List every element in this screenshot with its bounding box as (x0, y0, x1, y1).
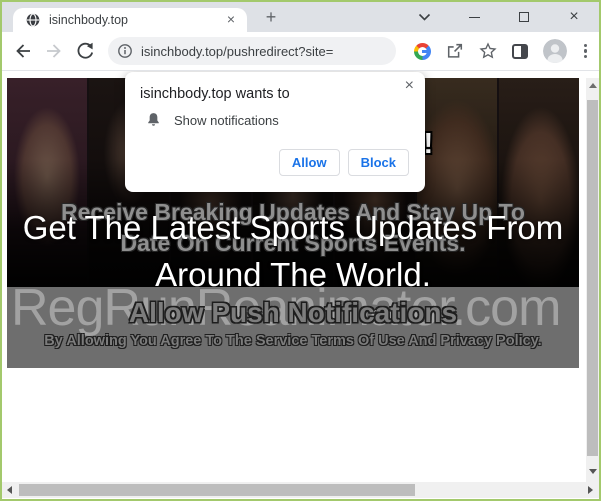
horizontal-scrollbar[interactable] (2, 482, 599, 498)
vertical-scrollbar-thumb[interactable] (587, 100, 598, 456)
window-close-button[interactable]: × (563, 6, 585, 28)
back-icon[interactable] (13, 41, 33, 61)
minimize-button[interactable] (463, 6, 485, 28)
profile-avatar[interactable] (543, 39, 567, 63)
tab-strip: isinchbody.top × + × (2, 2, 599, 32)
window-controls: × (403, 2, 595, 32)
scroll-right-icon[interactable] (588, 486, 593, 494)
bookmark-star-icon[interactable] (479, 42, 497, 60)
browser-window: isinchbody.top × + × (0, 0, 601, 501)
browser-menu-icon[interactable] (582, 42, 589, 61)
horizontal-scrollbar-thumb[interactable] (19, 484, 415, 496)
side-panel-icon[interactable] (512, 44, 528, 59)
browser-toolbar: isinchbody.top/pushredirect?site= (2, 32, 599, 71)
browser-tab[interactable]: isinchbody.top × (13, 8, 247, 32)
terms-text: By Allowing You Agree To The Service Ter… (7, 333, 579, 349)
url-text[interactable]: isinchbody.top/pushredirect?site= (141, 44, 333, 59)
scroll-down-icon[interactable] (589, 469, 597, 474)
google-search-icon[interactable] (414, 43, 431, 60)
tab-close-icon[interactable]: × (223, 12, 239, 28)
page-content: Get Sports Updates! Receive Breaking Upd… (2, 71, 599, 499)
tab-title: isinchbody.top (49, 13, 223, 27)
notification-permission-dialog: × isinchbody.top wants to Show notificat… (125, 72, 425, 192)
page-info-icon[interactable] (117, 43, 133, 59)
dialog-title: isinchbody.top wants to (140, 86, 290, 102)
gray-band: RegRunReanimator.com Allow Push Notifica… (7, 287, 579, 368)
forward-icon[interactable] (44, 41, 64, 61)
reload-icon[interactable] (75, 41, 95, 61)
bell-icon (146, 112, 161, 128)
dialog-close-icon[interactable]: × (405, 78, 414, 94)
permission-text: Show notifications (174, 113, 279, 128)
globe-favicon-icon (26, 13, 40, 27)
toolbar-right-icons (414, 32, 589, 70)
vertical-scrollbar[interactable] (586, 78, 599, 482)
allow-push-text: Allow Push Notifications (7, 297, 579, 329)
address-bar[interactable]: isinchbody.top/pushredirect?site= (108, 37, 396, 65)
window-chevron-icon[interactable] (413, 6, 435, 28)
maximize-button[interactable] (513, 6, 535, 28)
block-button[interactable]: Block (348, 149, 409, 176)
scroll-left-icon[interactable] (7, 486, 12, 494)
allow-button[interactable]: Allow (279, 149, 340, 176)
new-tab-button[interactable]: + (260, 7, 282, 29)
scroll-up-icon[interactable] (589, 83, 597, 88)
share-icon[interactable] (446, 42, 464, 60)
